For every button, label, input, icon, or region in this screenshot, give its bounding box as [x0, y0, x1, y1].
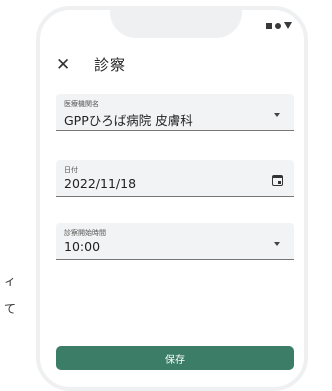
- start-time-value: 10:00: [64, 239, 101, 254]
- status-bar: [266, 22, 292, 29]
- page-title: 診察: [94, 56, 127, 74]
- circle-icon: [275, 22, 281, 29]
- offscreen-text-fragment: ィ: [4, 274, 17, 288]
- phone-frame: ✕ 診察 医療機関名 GPPひろば病院 皮膚科 日付 2022/11/18 診察…: [36, 6, 308, 391]
- hospital-select[interactable]: 医療機関名 GPPひろば病院 皮膚科: [56, 94, 294, 131]
- triangle-icon: [284, 22, 292, 29]
- hospital-value: GPPひろば病院 皮膚科: [64, 113, 193, 128]
- start-time-label: 診察開始時間: [64, 229, 106, 237]
- close-icon[interactable]: ✕: [56, 55, 76, 75]
- phone-notch: [110, 10, 242, 38]
- chevron-down-icon: [274, 113, 280, 117]
- chevron-down-icon: [274, 242, 280, 246]
- hospital-label: 医療機関名: [64, 100, 99, 108]
- offscreen-text-fragment: て: [4, 302, 17, 316]
- calendar-icon[interactable]: [272, 175, 283, 186]
- square-icon: [266, 22, 272, 29]
- start-time-select[interactable]: 診察開始時間 10:00: [56, 223, 294, 260]
- date-value: 2022/11/18: [64, 176, 137, 191]
- date-field[interactable]: 日付 2022/11/18: [56, 160, 294, 197]
- date-label: 日付: [64, 166, 78, 174]
- app-bar: ✕ 診察: [56, 54, 288, 75]
- save-button[interactable]: 保存: [56, 346, 294, 370]
